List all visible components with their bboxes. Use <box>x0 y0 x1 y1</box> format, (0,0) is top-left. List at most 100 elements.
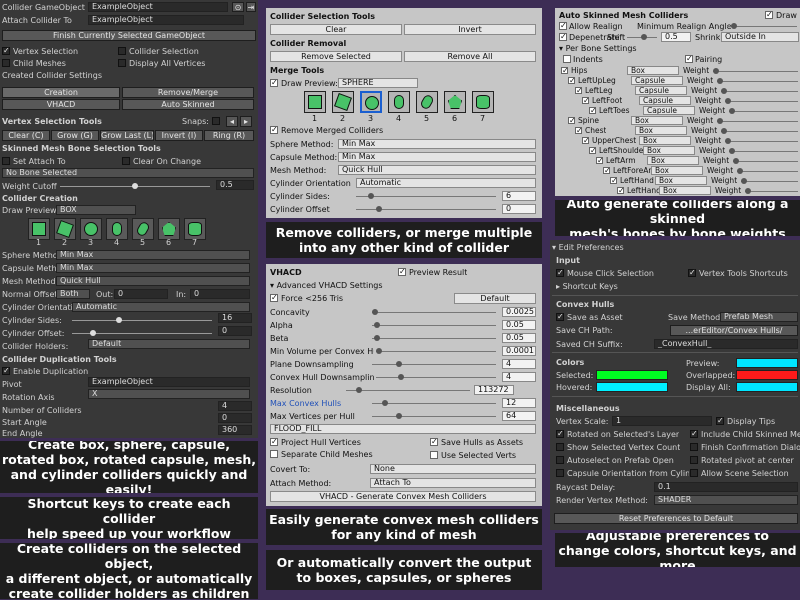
capsule-orient-checkbox[interactable] <box>556 469 564 477</box>
bone-type-dropdown[interactable]: Box <box>631 116 683 125</box>
orientation-dropdown[interactable]: Automatic <box>72 302 250 312</box>
bone-weight-slider[interactable] <box>713 68 798 74</box>
tab-creation[interactable]: Creation <box>2 87 120 98</box>
alpha-slider[interactable] <box>372 322 496 328</box>
vhacd-generate-button[interactable]: VHACD - Generate Convex Mesh Colliders <box>270 491 536 502</box>
bone-checkbox[interactable] <box>617 186 625 195</box>
alpha-field[interactable]: 0.05 <box>502 320 536 330</box>
autoselect-prefab-checkbox[interactable] <box>556 456 564 464</box>
bone-type-dropdown[interactable]: Capsule <box>631 76 683 85</box>
capsule-shape-button[interactable] <box>106 218 128 240</box>
bone-checkbox[interactable] <box>603 166 611 175</box>
normal-offset-dropdown[interactable]: Both <box>56 289 90 299</box>
remove-all-button[interactable]: Remove All <box>404 51 536 62</box>
created-collider-settings[interactable]: Created Collider Settings <box>2 71 102 80</box>
bone-checkbox[interactable] <box>589 146 597 155</box>
vertex-shortcuts-checkbox[interactable] <box>688 268 696 277</box>
vertex-scale-field[interactable]: 1 <box>612 416 712 426</box>
tab-vhacd[interactable]: VHACD <box>2 99 120 110</box>
concavity-field[interactable]: 0.0025 <box>502 307 536 317</box>
rotated-box-shape-button[interactable] <box>54 218 76 240</box>
bone-checkbox[interactable] <box>575 126 583 135</box>
min-volume-slider[interactable] <box>376 348 496 354</box>
vertex-selection-checkbox[interactable] <box>2 46 10 55</box>
vhacd-default-button[interactable]: Default <box>454 293 536 304</box>
hovered-color-swatch[interactable] <box>596 382 668 392</box>
rotated-pivot-checkbox[interactable] <box>690 456 698 464</box>
invert-button[interactable]: Invert (I) <box>155 130 203 141</box>
pairing-checkbox[interactable] <box>685 54 693 63</box>
bone-weight-knob[interactable] <box>729 108 735 114</box>
snap-right-icon[interactable]: ▸ <box>240 116 252 127</box>
bone-type-dropdown[interactable]: Box <box>643 146 695 155</box>
bone-type-dropdown[interactable]: Box <box>651 166 703 175</box>
cyl-offset-field[interactable]: 0 <box>218 326 252 336</box>
convert-to-dropdown[interactable]: None <box>370 464 536 474</box>
max-convex-hulls-slider[interactable] <box>372 400 496 406</box>
bone-weight-knob[interactable] <box>717 78 723 84</box>
ring-button[interactable]: Ring (R) <box>204 130 254 141</box>
bone-weight-knob[interactable] <box>721 88 727 94</box>
edit-prefs-foldout[interactable]: ▾ Edit Preferences <box>552 243 624 252</box>
merge-mesh-button[interactable] <box>444 91 466 113</box>
merge-cyl-orientation-dropdown[interactable]: Automatic <box>356 178 536 188</box>
shortcut-keys-foldout[interactable]: ▸ Shortcut Keys <box>556 282 618 291</box>
snap-left-icon[interactable]: ◂ <box>226 116 238 127</box>
merge-rotated-box-button[interactable] <box>332 91 354 113</box>
shrink-dropdown[interactable]: Outside In <box>721 32 799 42</box>
bone-weight-knob[interactable] <box>741 178 747 184</box>
bone-weight-slider[interactable] <box>745 188 798 194</box>
reset-prefs-button[interactable]: Reset Preferences to Default <box>554 513 798 524</box>
rotated-layer-checkbox[interactable] <box>556 429 564 438</box>
resolution-slider[interactable] <box>346 387 470 393</box>
beta-slider[interactable] <box>372 335 496 341</box>
holders-dropdown[interactable]: Default <box>88 339 250 349</box>
clear-on-change-checkbox[interactable] <box>122 157 130 165</box>
bone-weight-knob[interactable] <box>725 98 731 104</box>
bone-weight-knob[interactable] <box>717 118 723 124</box>
finish-confirm-checkbox[interactable] <box>690 443 698 451</box>
remove-selected-button[interactable]: Remove Selected <box>270 51 402 62</box>
cylinder-shape-button[interactable] <box>184 218 206 240</box>
tab-remove-merge[interactable]: Remove/Merge <box>122 87 254 98</box>
bone-weight-knob[interactable] <box>713 68 719 74</box>
render-method-dropdown[interactable]: SHADER <box>654 495 798 505</box>
bone-select-dropdown[interactable]: No Bone Selected <box>2 168 254 178</box>
force-tris-checkbox[interactable] <box>270 293 278 302</box>
bone-weight-slider[interactable] <box>721 88 798 94</box>
sphere-shape-button[interactable] <box>80 218 102 240</box>
num-colliders-field[interactable]: 4 <box>218 401 252 411</box>
bone-type-dropdown[interactable]: Box <box>639 136 691 145</box>
save-hulls-checkbox[interactable] <box>430 437 438 446</box>
bone-checkbox[interactable] <box>589 106 597 115</box>
merge-cylinder-button[interactable] <box>472 91 494 113</box>
clear-field-icon[interactable]: ⊙ <box>232 2 244 12</box>
bone-checkbox[interactable] <box>582 136 590 145</box>
bone-weight-knob[interactable] <box>733 158 739 164</box>
display-all-vertices-checkbox[interactable] <box>118 59 126 67</box>
tab-auto-skinned[interactable]: Auto Skinned <box>122 99 254 110</box>
bone-weight-knob[interactable] <box>729 148 735 154</box>
child-meshes-checkbox[interactable] <box>2 59 10 67</box>
separate-child-checkbox[interactable] <box>270 450 278 458</box>
clear-vertices-button[interactable]: Clear (C) <box>2 130 50 141</box>
bone-checkbox[interactable] <box>596 156 604 165</box>
merge-mesh-method-dropdown[interactable]: Quick Hull <box>338 165 536 175</box>
draw-preview-dropdown[interactable]: BOX <box>56 205 136 215</box>
display-tips-checkbox[interactable] <box>716 416 724 425</box>
auto-draw-preview-checkbox[interactable] <box>765 10 773 19</box>
bone-weight-slider[interactable] <box>729 148 798 154</box>
pick-field-icon[interactable]: ⇥ <box>246 2 256 12</box>
remove-merged-checkbox[interactable] <box>270 125 278 134</box>
snaps-checkbox[interactable] <box>212 117 220 125</box>
clear-selection-button[interactable]: Clear <box>270 24 402 35</box>
bone-weight-slider[interactable] <box>741 178 798 184</box>
ch-suffix-field[interactable]: _ConvexHull_ <box>654 339 798 349</box>
indents-checkbox[interactable] <box>563 55 571 63</box>
plane-downsampling-slider[interactable] <box>372 361 496 367</box>
bone-checkbox[interactable] <box>568 76 576 85</box>
collider-go-field[interactable]: ExampleObject <box>88 2 228 12</box>
allow-scene-checkbox[interactable] <box>690 469 698 477</box>
grow-button[interactable]: Grow (G) <box>51 130 99 141</box>
ch-path-button[interactable]: ...erEditor/Convex Hulls/ <box>670 325 798 336</box>
